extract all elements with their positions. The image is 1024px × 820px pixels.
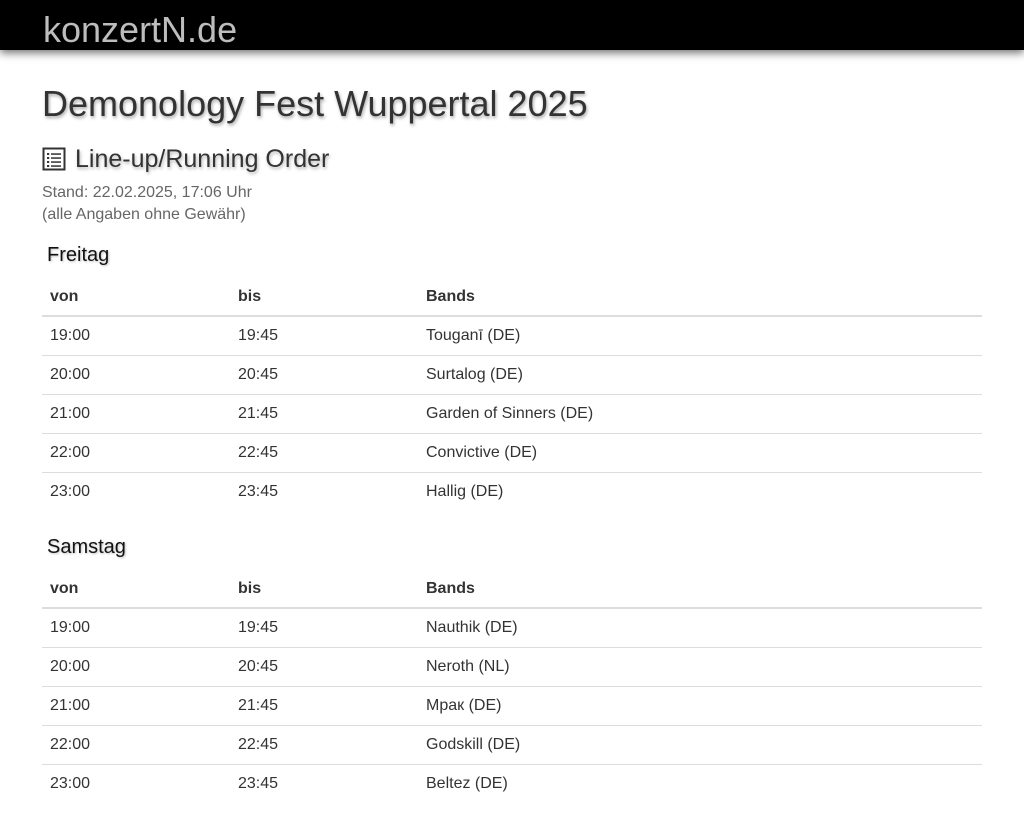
status-info: Stand: 22.02.2025, 17:06 Uhr (alle Angab… [42, 182, 252, 226]
column-header-bands: Bands [418, 278, 982, 317]
table-row: 22:00 22:45 Convictive (DE) [42, 433, 982, 473]
cell-von: 21:00 [42, 394, 230, 434]
lineup-table: von bis Bands 19:00 19:45 Touganī (DE) 2… [42, 278, 982, 511]
lineup-table: von bis Bands 19:00 19:45 Nauthik (DE) 2… [42, 570, 982, 803]
table-row: 22:00 22:45 Godskill (DE) [42, 725, 982, 765]
table-row: 21:00 21:45 Garden of Sinners (DE) [42, 394, 982, 434]
list-document-icon [42, 147, 66, 171]
cell-von: 22:00 [42, 433, 230, 473]
day-title: Freitag [47, 244, 110, 266]
cell-bis: 19:45 [238, 327, 279, 344]
day-block-freitag: Freitag von bis Bands 19:00 19:45 Tougan… [42, 240, 982, 511]
table-row: 23:00 23:45 Beltez (DE) [42, 764, 982, 803]
cell-bis: 22:45 [230, 725, 418, 765]
cell-bis: 21:45 [230, 394, 418, 434]
cell-bis: 22:45 [230, 433, 418, 473]
cell-von: 20:00 [42, 355, 230, 395]
table-header-row: von bis Bands [42, 570, 982, 609]
cell-von: 22:00 [42, 725, 230, 765]
cell-von: 23:00 [42, 764, 230, 803]
column-header-von: von [42, 278, 230, 317]
cell-von: 21:00 [42, 686, 230, 726]
table-row: 21:00 21:45 Мрак (DE) [42, 686, 982, 726]
cell-bis: 23:45 [230, 472, 418, 511]
page-title: Demonology Fest Wuppertal 2025 [42, 83, 588, 124]
cell-bis: 20:45 [230, 647, 418, 687]
disclaimer: (alle Angaben ohne Gewähr) [42, 206, 246, 223]
section-title: Line-up/Running Order [42, 144, 329, 174]
cell-bis: 19:45 [238, 619, 279, 636]
day-title: Samstag [47, 536, 126, 558]
cell-von: 19:00 [50, 619, 91, 636]
table-row: 23:00 23:45 Hallig (DE) [42, 472, 982, 511]
section-title-label: Line-up/Running Order [75, 144, 330, 173]
table-row: 20:00 20:45 Surtalog (DE) [42, 355, 982, 395]
cell-band: Godskill (DE) [418, 725, 982, 765]
cell-band: Мрак (DE) [418, 686, 982, 726]
cell-band: Convictive (DE) [418, 433, 982, 473]
cell-band: Nauthik (DE) [426, 619, 518, 636]
cell-von: 20:00 [42, 647, 230, 687]
cell-band: Garden of Sinners (DE) [418, 394, 982, 434]
cell-bis: 20:45 [230, 355, 418, 395]
table-row: 19:00 19:45 Nauthik (DE) [42, 608, 982, 648]
cell-band: Beltez (DE) [418, 764, 982, 803]
column-header-von: von [42, 570, 230, 609]
stand-timestamp: Stand: 22.02.2025, 17:06 Uhr [42, 184, 252, 201]
column-header-bands: Bands [418, 570, 982, 609]
day-block-samstag: Samstag von bis Bands 19:00 19:45 Nauthi… [42, 532, 982, 803]
table-header-row: von bis Bands [42, 278, 982, 317]
cell-band: Touganī (DE) [426, 327, 521, 344]
cell-von: 19:00 [50, 327, 91, 344]
table-row: 19:00 19:45 Touganī (DE) [42, 316, 982, 356]
cell-bis: 21:45 [230, 686, 418, 726]
column-header-bis: bis [230, 278, 418, 317]
brand-logo-link[interactable]: konzertN.de [43, 9, 237, 51]
cell-bis: 23:45 [230, 764, 418, 803]
top-navbar: konzertN.de [0, 0, 1024, 50]
cell-band: Surtalog (DE) [418, 355, 982, 395]
cell-von: 23:00 [42, 472, 230, 511]
table-row: 20:00 20:45 Neroth (NL) [42, 647, 982, 687]
cell-band: Neroth (NL) [418, 647, 982, 687]
column-header-bis: bis [230, 570, 418, 609]
cell-band: Hallig (DE) [418, 472, 982, 511]
